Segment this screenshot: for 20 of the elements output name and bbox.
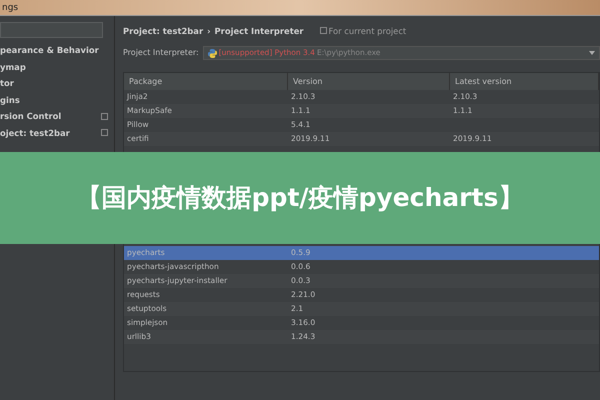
column-header[interactable]: Package <box>124 73 288 90</box>
search-field[interactable] <box>0 22 103 38</box>
interpreter-label: Project Interpreter: <box>123 47 199 59</box>
breadcrumb-item: Project Interpreter <box>214 24 304 38</box>
column-header[interactable]: Latest version <box>450 73 599 90</box>
settings-item[interactable]: rsion Control <box>0 108 114 124</box>
settings-item[interactable]: pearance & Behavior <box>0 42 114 58</box>
breadcrumb-separator: › <box>207 24 211 38</box>
settings-item[interactable]: ymap <box>0 58 114 75</box>
column-header[interactable]: Version <box>288 73 450 90</box>
banner-title: 【国内疫情数据ppt/疫情pyecharts】 <box>76 182 524 214</box>
python-icon <box>208 48 217 58</box>
copy-icon <box>320 27 327 34</box>
caret-icon <box>589 51 595 55</box>
settings-item[interactable]: tor <box>0 75 114 92</box>
settings-item[interactable]: oject: test2bar <box>0 124 114 141</box>
breadcrumb-item: Project: test2bar <box>123 24 204 38</box>
window-title: ngs <box>0 0 600 16</box>
scope-note: For current project <box>328 24 406 38</box>
settings-item[interactable]: gins <box>0 92 114 108</box>
